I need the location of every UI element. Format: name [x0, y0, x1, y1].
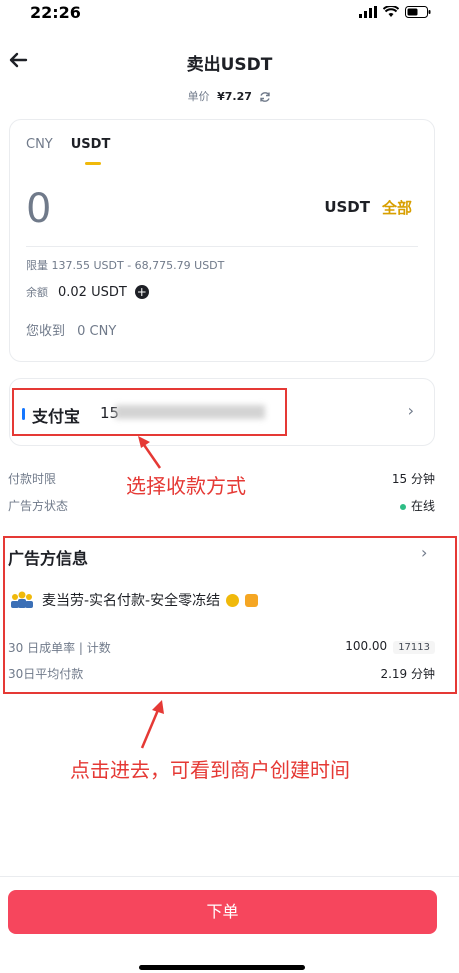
time-limit-row: 付款时限 15 分钟 — [8, 470, 435, 487]
ad-status-label: 广告方状态 — [8, 499, 69, 513]
currency-tabs: CNY USDT — [26, 137, 110, 152]
all-button[interactable]: 全部 — [382, 197, 412, 218]
price-label: 单价 — [187, 90, 210, 103]
online-dot-icon — [399, 503, 406, 510]
status-time: 22:26 — [30, 3, 81, 22]
tab-usdt[interactable]: USDT — [71, 137, 111, 152]
balance-label: 余额 — [26, 286, 48, 299]
limit-label: 限量 — [26, 259, 48, 272]
status-icons — [359, 6, 431, 18]
limit-value: 137.55 USDT - 68,775.79 USDT — [51, 259, 225, 272]
signal-icon — [359, 6, 377, 18]
ad-status-row: 广告方状态 在线 — [8, 497, 435, 514]
unit-price: 单价 ¥7.27 — [0, 88, 459, 104]
status-bar: 22:26 — [0, 0, 459, 30]
balance-value: 0.02 USDT — [58, 284, 127, 300]
nav-bar: 卖出USDT — [0, 44, 459, 78]
wifi-icon — [383, 6, 399, 17]
time-limit-label: 付款时限 — [8, 472, 57, 486]
divider — [26, 246, 418, 247]
trade-card: CNY USDT 0 USDT 全部 限量 137.55 USDT - 68,7… — [9, 119, 435, 362]
add-balance-button[interactable]: + — [134, 285, 149, 299]
chevron-right-icon: › — [407, 401, 414, 420]
limit-row: 限量 137.55 USDT - 68,775.79 USDT — [26, 257, 224, 273]
place-order-button[interactable]: 下单 — [8, 890, 437, 934]
page-title: 卖出USDT — [186, 55, 273, 75]
amount-unit: USDT — [324, 198, 370, 216]
annotation-arrow-icon — [138, 436, 162, 469]
annotation-merchant-note: 点击进去，可看到商户创建时间 — [70, 758, 350, 782]
battery-icon — [405, 6, 431, 18]
home-indicator — [139, 965, 305, 970]
receive-label: 您收到 — [26, 324, 66, 339]
active-tab-indicator — [85, 162, 101, 165]
receive-row: 您收到 0 CNY — [26, 320, 116, 339]
online-text: 在线 — [410, 499, 435, 513]
bottom-divider — [0, 876, 459, 877]
time-limit-value: 15 分钟 — [391, 472, 435, 486]
annotation-box-advertiser — [3, 536, 457, 694]
annotation-box-payment — [12, 388, 287, 436]
receive-value: 0 CNY — [77, 324, 117, 339]
ad-status-value: 在线 — [399, 497, 435, 514]
annotation-arrow-icon — [140, 700, 164, 749]
balance-row: 余额 0.02 USDT + — [26, 284, 149, 300]
price-value: ¥7.27 — [217, 90, 252, 103]
refresh-icon[interactable] — [259, 91, 271, 103]
amount-input[interactable]: 0 — [26, 186, 51, 232]
tab-cny[interactable]: CNY — [26, 137, 53, 152]
